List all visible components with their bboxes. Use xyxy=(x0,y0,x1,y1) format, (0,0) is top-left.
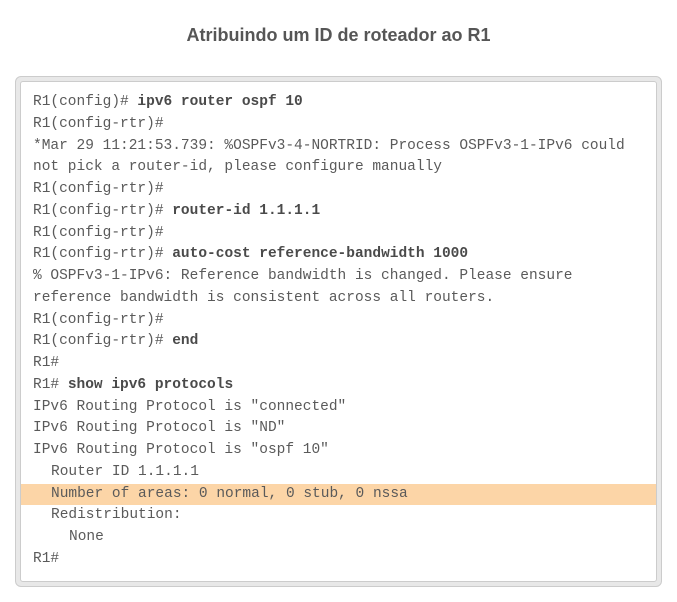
command: end xyxy=(172,333,198,349)
output-line: R1# show ipv6 protocols xyxy=(21,375,656,397)
output-line: R1(config-rtr)# end xyxy=(21,331,656,353)
output-line: R1(config-rtr)# auto-cost reference-band… xyxy=(21,244,656,266)
command: router-id 1.1.1.1 xyxy=(172,203,320,219)
output-line: Redistribution: xyxy=(21,505,656,527)
output-line: IPv6 Routing Protocol is "ND" xyxy=(21,418,656,440)
output-line: R1(config)# ipv6 router ospf 10 xyxy=(21,92,656,114)
output-line: R1(config-rtr)# xyxy=(21,179,656,201)
prompt: R1(config-rtr)# xyxy=(33,203,172,219)
output-line: *Mar 29 11:21:53.739: %OSPFv3-4-NORTRID:… xyxy=(21,136,656,180)
output-line: IPv6 Routing Protocol is "connected" xyxy=(21,397,656,419)
prompt: R1(config)# xyxy=(33,94,137,110)
output-line: R1# xyxy=(21,353,656,375)
output-line: R1(config-rtr)# router-id 1.1.1.1 xyxy=(21,201,656,223)
prompt: R1(config-rtr)# xyxy=(33,246,172,262)
output-line: None xyxy=(21,527,656,549)
terminal-frame: R1(config)# ipv6 router ospf 10 R1(confi… xyxy=(15,76,662,587)
output-line: IPv6 Routing Protocol is "ospf 10" xyxy=(21,440,656,462)
prompt: R1(config-rtr)# xyxy=(33,333,172,349)
page-title: Atribuindo um ID de roteador ao R1 xyxy=(0,0,677,76)
output-line: R1# xyxy=(21,549,656,571)
prompt: R1# xyxy=(33,377,68,393)
output-line: R1(config-rtr)# xyxy=(21,114,656,136)
output-line: % OSPFv3-1-IPv6: Reference bandwidth is … xyxy=(21,266,656,310)
output-line: Router ID 1.1.1.1 xyxy=(21,462,656,484)
output-line: R1(config-rtr)# xyxy=(21,310,656,332)
command: auto-cost reference-bandwidth 1000 xyxy=(172,246,468,262)
command: show ipv6 protocols xyxy=(68,377,233,393)
highlighted-line: Number of areas: 0 normal, 0 stub, 0 nss… xyxy=(21,484,656,506)
command: ipv6 router ospf 10 xyxy=(137,94,302,110)
terminal-output: R1(config)# ipv6 router ospf 10 R1(confi… xyxy=(20,81,657,582)
output-line: R1(config-rtr)# xyxy=(21,223,656,245)
